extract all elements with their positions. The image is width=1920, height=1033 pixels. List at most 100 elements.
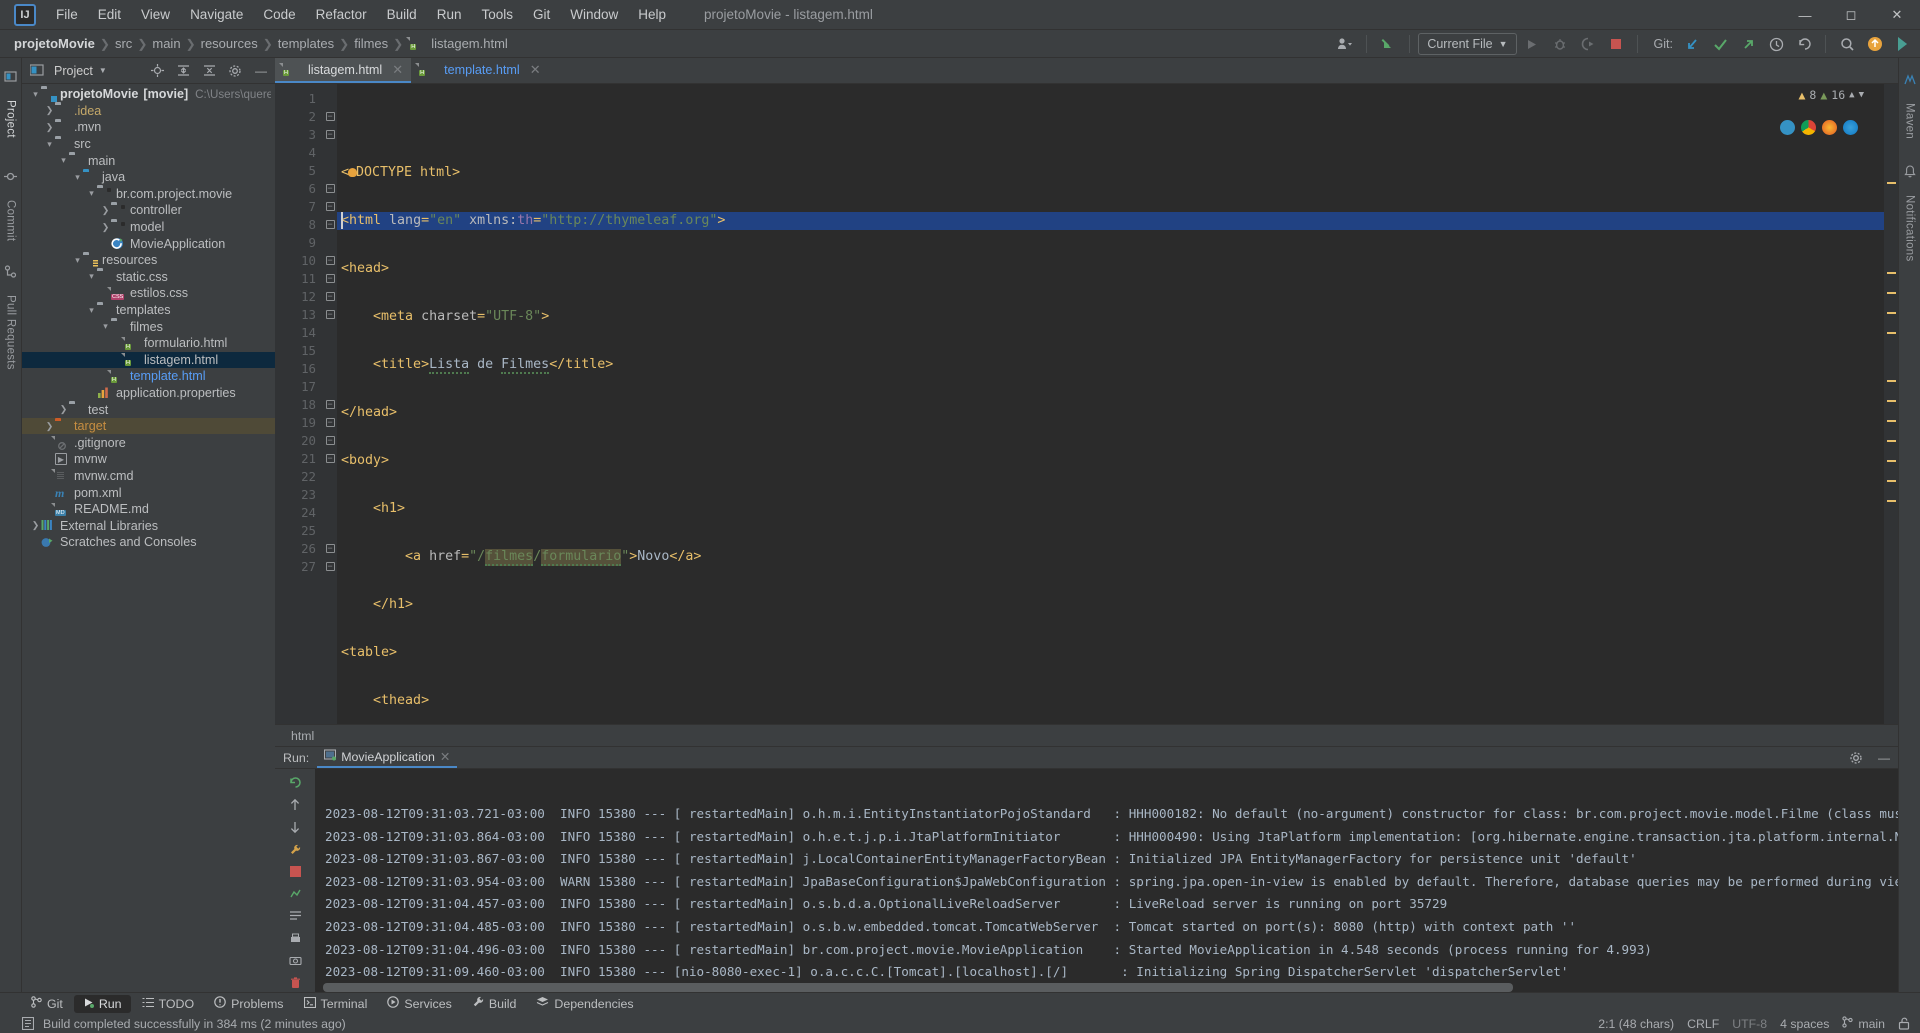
chevron-right-icon[interactable]: ❯ <box>44 122 55 133</box>
run-button[interactable] <box>1519 32 1545 56</box>
trash-icon[interactable] <box>284 973 306 992</box>
code-text-area[interactable]: ▲ 8 ▲ 16 ▲ ▼ < DOCTYPE html> <html lang="… <box>337 84 1884 724</box>
breadcrumb-src[interactable]: src <box>113 36 134 51</box>
toolwindow-todo[interactable]: TODO <box>133 995 204 1013</box>
fold-marker[interactable]: − <box>323 251 337 269</box>
chevron-right-icon[interactable]: ❯ <box>30 520 41 531</box>
chevron-down-icon[interactable]: ▾ <box>72 172 83 183</box>
project-panel-icon[interactable] <box>4 70 17 86</box>
fold-marker[interactable]: − <box>323 287 337 305</box>
fold-marker[interactable]: − <box>323 539 337 557</box>
chevron-down-icon[interactable]: ▾ <box>86 305 97 316</box>
close-icon[interactable]: ✕ <box>1874 0 1920 30</box>
gear-icon[interactable] <box>1846 748 1866 768</box>
fold-marker[interactable]: − <box>323 179 337 197</box>
console-horizontal-scrollbar[interactable] <box>315 983 1898 992</box>
chevron-right-icon[interactable]: ❯ <box>100 205 111 216</box>
chevron-down-icon[interactable]: ▼ <box>1859 90 1864 100</box>
tree-item-target[interactable]: ❯ target <box>22 417 275 435</box>
tree-item-controller[interactable]: ❯ controller <box>22 202 275 219</box>
toolwindow-git[interactable]: Git <box>22 994 72 1013</box>
locate-icon[interactable] <box>147 61 167 81</box>
chevron-down-icon[interactable]: ▾ <box>58 155 69 166</box>
tree-item-external-libraries[interactable]: ❯ External Libraries <box>22 517 275 534</box>
toolwindow-build[interactable]: Build <box>463 994 526 1013</box>
firefox-icon[interactable] <box>1822 120 1837 135</box>
tree-item-estilos-css[interactable]: CSS estilos.css <box>22 285 275 302</box>
rerun-icon[interactable] <box>284 773 306 792</box>
breadcrumb-filmes[interactable]: filmes <box>352 36 390 51</box>
close-tab-icon[interactable]: ✕ <box>392 62 403 78</box>
tree-item-scratches-and-consoles[interactable]: Scratches and Consoles <box>22 534 275 551</box>
tree-item-static-css[interactable]: ▾ static.css <box>22 269 275 286</box>
search-icon[interactable] <box>1834 32 1860 56</box>
tree-item-filmes[interactable]: ▾ filmes <box>22 318 275 335</box>
caret-position[interactable]: 2:1 (48 chars) <box>1598 1017 1674 1031</box>
rail-label-commit[interactable]: Commit <box>5 192 17 249</box>
rail-label-maven[interactable]: Maven <box>1904 95 1916 147</box>
indent-setting[interactable]: 4 spaces <box>1780 1017 1829 1031</box>
hide-panel-icon[interactable]: — <box>1874 748 1894 768</box>
event-log-icon[interactable] <box>22 1017 34 1030</box>
menu-navigate[interactable]: Navigate <box>180 3 253 26</box>
chevron-down-icon[interactable]: ▼ <box>99 66 107 75</box>
tree-item-template-html[interactable]: Htemplate.html <box>22 368 275 385</box>
minimize-icon[interactable]: — <box>1782 0 1828 30</box>
toolwindow-run[interactable]: Run <box>73 994 131 1013</box>
pull-requests-icon[interactable] <box>4 265 17 281</box>
rail-label-pull-requests[interactable]: Pull Requests <box>5 287 17 378</box>
fold-marker[interactable]: − <box>323 449 337 467</box>
menu-file[interactable]: File <box>46 3 88 26</box>
browser-preview-icon[interactable] <box>1780 120 1795 135</box>
commit-icon[interactable] <box>4 170 17 186</box>
menu-window[interactable]: Window <box>560 3 628 26</box>
tree-item-br-com-project-movie[interactable]: ▾ br.com.project.movie <box>22 186 275 203</box>
fold-marker[interactable]: − <box>323 197 337 215</box>
chevron-right-icon[interactable]: ❯ <box>58 404 69 415</box>
tree-item-main[interactable]: ▾ main <box>22 152 275 169</box>
error-stripe-markers[interactable] <box>1884 84 1898 724</box>
expand-all-icon[interactable] <box>173 61 193 81</box>
tree-item-java[interactable]: ▾ java <box>22 169 275 186</box>
chevron-right-icon[interactable]: ❯ <box>100 222 111 233</box>
tree-item-readme-md[interactable]: MD README.md <box>22 501 275 518</box>
tree-item--gitignore[interactable]: .gitignore <box>22 434 275 451</box>
fold-marker[interactable]: − <box>323 395 337 413</box>
settings-gear-icon[interactable] <box>225 61 245 81</box>
print-icon[interactable] <box>284 928 306 947</box>
tree-item-model[interactable]: ❯ model <box>22 219 275 236</box>
breadcrumb-resources[interactable]: resources <box>199 36 260 51</box>
tree-item--mvn[interactable]: ❯ .mvn <box>22 119 275 136</box>
chevron-down-icon[interactable]: ▾ <box>86 271 97 282</box>
hide-panel-icon[interactable]: — <box>251 61 271 81</box>
collapse-all-icon[interactable] <box>199 61 219 81</box>
code-editor[interactable]: 1 2 3 4 5 6 7 8 9 10 11 12 13 14 15 16 17 18 19 20 21 22 23 24 2… <box>275 84 1898 724</box>
chevron-right-icon[interactable]: ❯ <box>44 421 55 432</box>
breadcrumb-html-element[interactable]: html <box>291 729 314 743</box>
close-run-tab-icon[interactable]: ✕ <box>440 749 450 764</box>
user-icon[interactable] <box>1332 32 1358 56</box>
fold-marker[interactable]: − <box>323 215 337 233</box>
close-tab-icon[interactable]: ✕ <box>530 62 541 78</box>
stop-red-icon[interactable] <box>284 862 306 881</box>
unlocked-icon[interactable] <box>1898 1017 1910 1030</box>
chrome-icon[interactable] <box>1801 120 1816 135</box>
rail-label-project[interactable]: Project <box>5 92 17 146</box>
tree-item-mvnw-cmd[interactable]: mvnw.cmd <box>22 468 275 485</box>
git-branch-widget[interactable]: main <box>1842 1016 1885 1031</box>
breadcrumb-project[interactable]: projetoMovie <box>12 36 97 51</box>
scroll-up-icon[interactable] <box>284 795 306 814</box>
console-output[interactable]: 2023-08-12T09:31:03.721-03:00 INFO 15380… <box>315 769 1898 992</box>
run-with-coverage-button[interactable] <box>1575 32 1601 56</box>
editor-tab-listagem[interactable]: H listagem.html ✕ <box>275 58 412 83</box>
tree-item-src[interactable]: ▾ src <box>22 136 275 153</box>
fold-marker[interactable]: − <box>323 557 337 575</box>
maven-icon[interactable] <box>1903 74 1916 89</box>
notifications-bell-icon[interactable] <box>1903 165 1916 181</box>
chevron-right-icon[interactable]: ❯ <box>44 105 55 116</box>
camera-icon[interactable] <box>284 951 306 970</box>
toolwindow-problems[interactable]: Problems <box>205 994 292 1013</box>
tree-item--idea[interactable]: ❯ .idea <box>22 103 275 120</box>
toolwindow-services[interactable]: Services <box>378 994 461 1013</box>
tree-item-test[interactable]: ❯ test <box>22 401 275 418</box>
